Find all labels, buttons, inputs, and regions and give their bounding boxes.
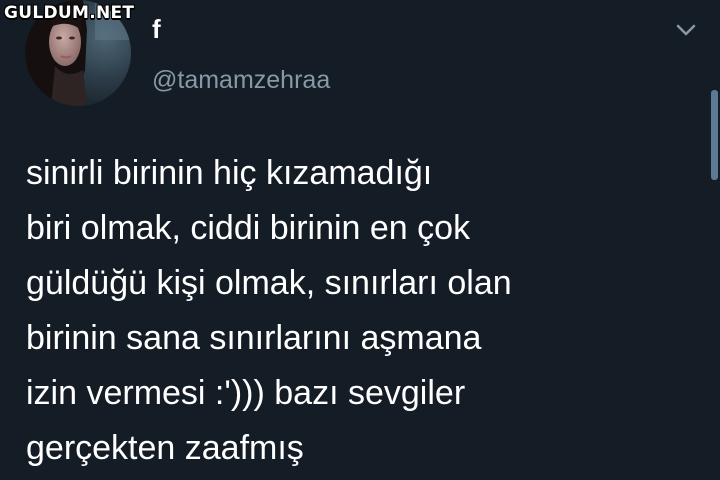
watermark-logo: GULDUM.NET [4,3,135,23]
chevron-down-icon[interactable] [674,20,698,40]
tweet-screen: GULDUM.NET f @tamamzehraa sinirli birini… [0,0,720,480]
display-name[interactable]: f [152,14,161,45]
scrollbar[interactable] [711,90,718,180]
username[interactable]: @tamamzehraa [152,66,330,95]
tweet-text: sinirli birinin hiç kızamadığı biri olma… [26,154,512,467]
